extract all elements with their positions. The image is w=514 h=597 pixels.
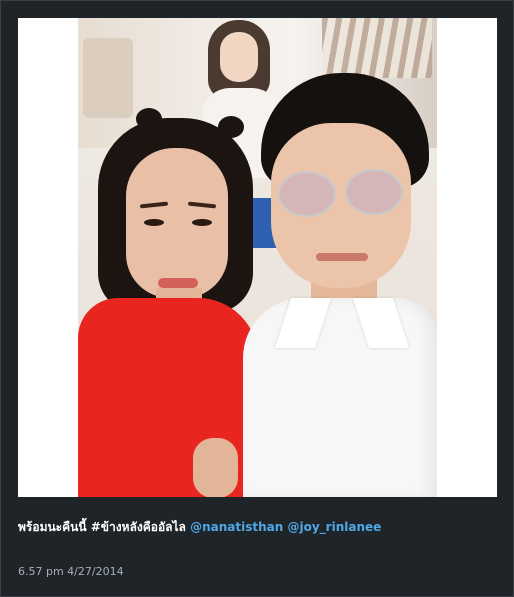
woman-face (126, 148, 228, 298)
glasses-lens-left (278, 171, 336, 217)
mention-link[interactable]: @joy_rinlanee (287, 520, 381, 534)
glasses-lens-right (345, 169, 403, 215)
mention-link[interactable]: @nanatisthan (190, 520, 283, 534)
post-card: พร้อมนะคืนนี้ #ข้างหลังคืออัลไล @nanatis… (0, 0, 514, 597)
man-mouth (316, 253, 368, 261)
woman-arm (193, 438, 238, 497)
photo-rack (322, 18, 432, 78)
white-shirt (243, 298, 437, 497)
photo-shelf (83, 38, 133, 118)
post-photo-area[interactable] (18, 18, 497, 497)
woman-lips (158, 278, 198, 288)
man-figure (243, 73, 437, 497)
post-timestamp: 6.57 pm 4/27/2014 (18, 565, 124, 578)
woman-eye-left (144, 219, 164, 226)
caption-text: พร้อมนะคืนนี้ #ข้างหลังคืออัลไล (18, 520, 186, 534)
post-caption: พร้อมนะคืนนี้ #ข้างหลังคืออัลไล @nanatis… (18, 519, 498, 535)
post-photo[interactable] (78, 18, 437, 497)
woman-eye-right (192, 219, 212, 226)
